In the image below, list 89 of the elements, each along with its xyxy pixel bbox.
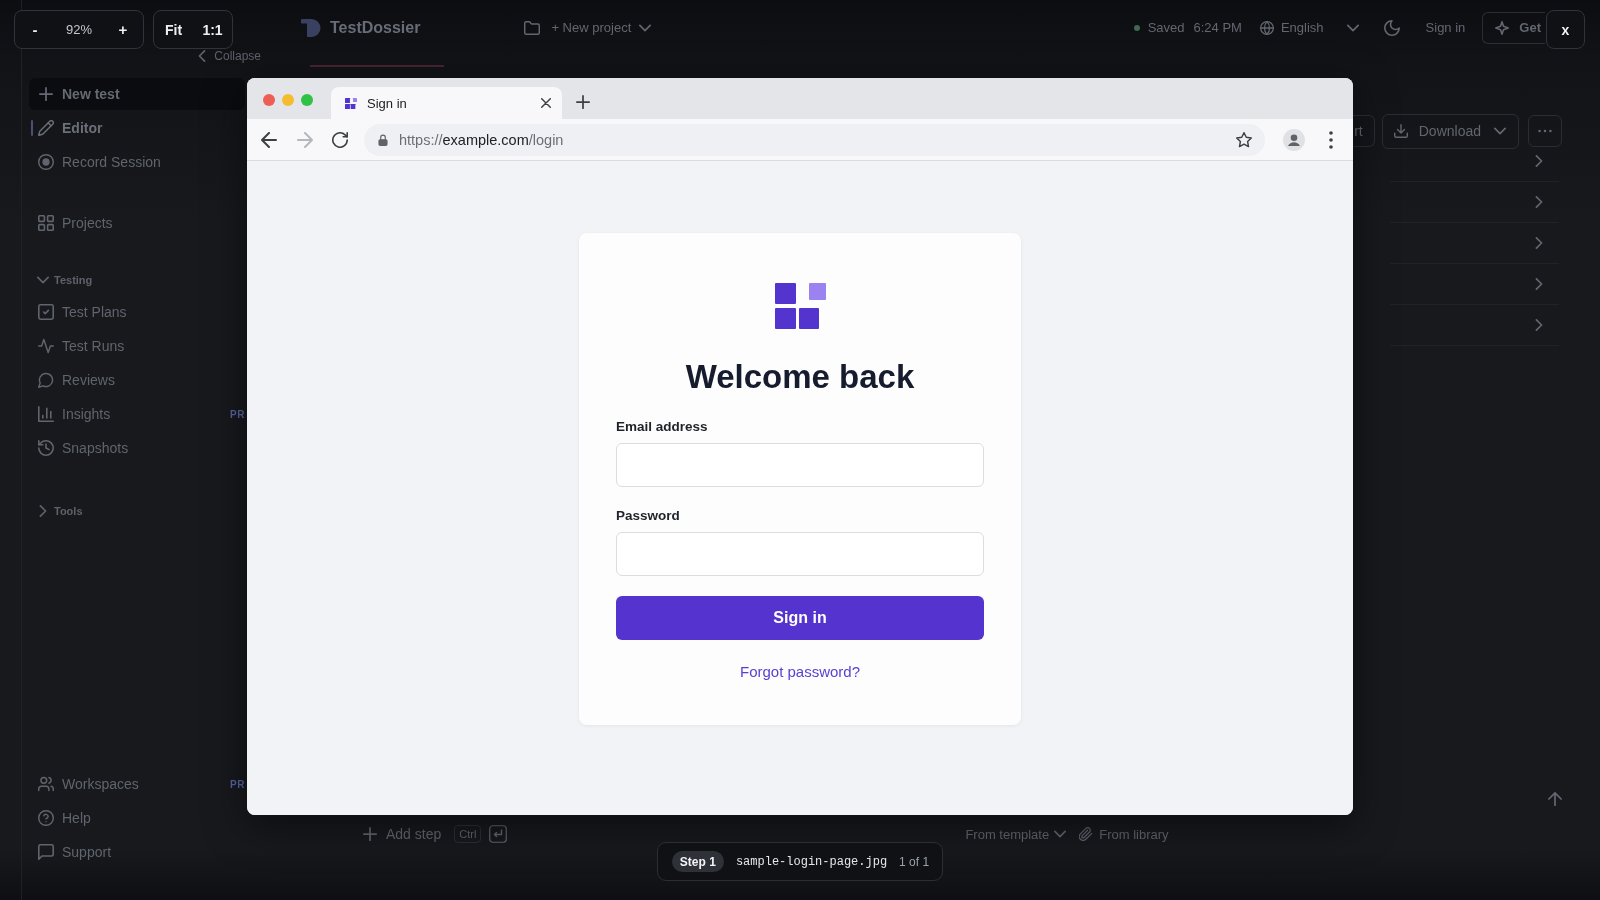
arrow-left-icon[interactable]: [261, 131, 277, 148]
arrow-up-icon[interactable]: [1548, 792, 1562, 806]
folder-icon: [524, 19, 541, 36]
sidebar-item[interactable]: Workspaces PR: [29, 767, 245, 801]
download-button[interactable]: Download: [1381, 113, 1519, 149]
browser-tab[interactable]: Sign in: [331, 87, 562, 119]
reload-icon[interactable]: [332, 131, 348, 148]
logo-icon: [774, 283, 826, 329]
status-dot-icon: [1133, 24, 1140, 31]
sidebar-item[interactable]: Support: [29, 835, 245, 869]
input-field[interactable]: [616, 532, 984, 576]
section-header[interactable]: Testing: [29, 268, 93, 292]
moon-icon[interactable]: [1383, 19, 1400, 36]
zoom-out-button[interactable]: -: [15, 11, 55, 48]
section-header[interactable]: Tools: [29, 499, 83, 523]
plus-icon: [39, 87, 53, 101]
sidebar-item[interactable]: Reviews: [29, 363, 245, 397]
person-icon[interactable]: [1283, 128, 1305, 151]
chevron-right-icon[interactable]: [1533, 278, 1545, 290]
sparkle-icon: [1495, 20, 1510, 35]
close-icon[interactable]: [541, 98, 551, 108]
new-project-button[interactable]: + New project: [524, 19, 652, 36]
sidebar-item[interactable]: Editor: [29, 111, 245, 145]
chevron-down-icon: [1054, 828, 1067, 840]
pulse-icon: [38, 338, 54, 354]
help-icon: [38, 810, 54, 826]
chat-icon: [38, 844, 54, 860]
record-icon: [38, 154, 54, 170]
bar-chart-icon: [38, 406, 54, 422]
more-icon: [1538, 129, 1552, 133]
zoom-in-button[interactable]: +: [103, 11, 143, 48]
sidebar-item[interactable]: Snapshots: [29, 431, 245, 465]
file-name: sample-login-page.jpg: [735, 854, 888, 869]
field-label: Password: [616, 507, 680, 525]
history-icon: [38, 440, 54, 456]
chevron-down-icon: [1494, 125, 1506, 137]
new-tab-icon[interactable]: [576, 95, 590, 109]
return-key-icon: [489, 825, 508, 843]
submit-button[interactable]: Sign in: [616, 596, 984, 640]
brand-logo-icon: [301, 17, 321, 38]
page-heading: Welcome back: [685, 358, 915, 396]
field-label: Email address: [616, 418, 708, 436]
grid-icon: [38, 215, 54, 231]
logo-icon: [345, 97, 357, 109]
people-icon: [38, 776, 54, 792]
tier-label: PR: [230, 408, 245, 420]
recovery-link[interactable]: Forgot password?: [739, 662, 861, 682]
template-button[interactable]: From template: [965, 826, 1067, 842]
input-field[interactable]: [616, 443, 984, 487]
language-select[interactable]: English: [1259, 20, 1359, 35]
library-button[interactable]: From library: [1079, 826, 1169, 842]
chevron-right-icon[interactable]: [1533, 237, 1545, 249]
zoom-level: 92%: [65, 21, 93, 39]
chevron-right-icon[interactable]: [1533, 319, 1545, 331]
image-counter: 1 of 1: [899, 854, 930, 869]
add-step-button[interactable]: Add step: [363, 826, 442, 842]
sidebar-item[interactable]: Test Plans: [29, 295, 245, 329]
close-button[interactable]: x: [1546, 10, 1585, 49]
sidebar-item[interactable]: Insights PR: [29, 397, 245, 431]
address-bar[interactable]: https://example.com/login: [364, 123, 1265, 156]
sign-in-link[interactable]: Sign in: [1425, 20, 1466, 35]
chevron-right-icon[interactable]: [1533, 155, 1545, 167]
brand-name: TestDossier: [330, 18, 421, 37]
actual-size-button[interactable]: 1:1: [193, 11, 232, 48]
window-close-icon[interactable]: [263, 93, 275, 106]
sidebar-item[interactable]: Record Session: [29, 145, 245, 179]
new-test-button[interactable]: New test: [29, 78, 245, 110]
pencil-icon: [38, 120, 54, 136]
star-icon[interactable]: [1236, 131, 1252, 148]
lock-icon: [377, 133, 389, 146]
paperclip-icon: [1079, 827, 1094, 841]
download-icon: [1393, 124, 1408, 138]
globe-icon: [1259, 20, 1274, 35]
sidebar-item[interactable]: Projects: [29, 206, 245, 240]
save-status: Saved: [1147, 20, 1185, 35]
step-label: Step 1: [671, 851, 724, 872]
header-action-button[interactable]: Get: [1482, 11, 1545, 44]
chevron-right-icon[interactable]: [1533, 196, 1545, 208]
plus-icon: [363, 827, 377, 841]
shortcut-key: Ctrl: [454, 825, 482, 843]
sidebar-item[interactable]: Test Runs: [29, 329, 245, 363]
tier-label: PR: [230, 778, 245, 790]
checklist-icon: [38, 304, 54, 320]
speech-bubble-icon: [38, 372, 54, 388]
save-time: 6:24 PM: [1193, 20, 1242, 35]
sidebar-item[interactable]: Help: [29, 801, 245, 835]
more-vertical-icon[interactable]: [1329, 130, 1333, 149]
window-maximize-icon[interactable]: [301, 93, 313, 106]
fit-button[interactable]: Fit: [154, 11, 193, 48]
